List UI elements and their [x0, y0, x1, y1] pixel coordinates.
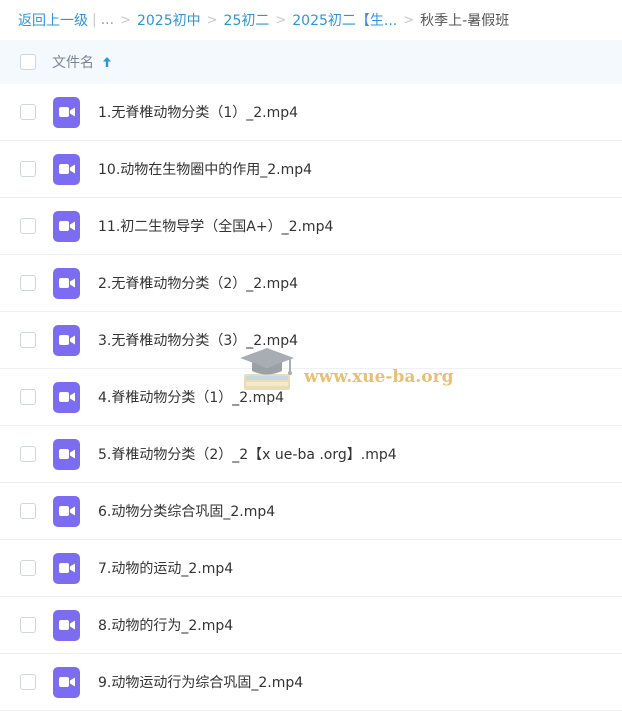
file-list: 1.无脊椎动物分类（1）_2.mp4 10.动物在生物圈中的作用_2.mp4 11.… — [0, 84, 622, 711]
breadcrumb-current: 秋季上-暑假班 — [420, 13, 510, 29]
video-file-icon — [53, 552, 80, 584]
file-checkbox[interactable] — [20, 332, 36, 348]
camera-icon — [58, 677, 75, 687]
breadcrumb-item[interactable]: 25初二 — [224, 10, 270, 30]
file-checkbox[interactable] — [20, 617, 36, 633]
file-name[interactable]: 2.无脊椎动物分类（2）_2.mp4 — [98, 273, 298, 293]
file-row[interactable]: 5.脊椎动物分类（2）_2【x ue-ba .org】.mp4 — [0, 426, 622, 483]
file-name[interactable]: 5.脊椎动物分类（2）_2【x ue-ba .org】.mp4 — [98, 444, 397, 464]
file-row[interactable]: 6.动物分类综合巩固_2.mp4 — [0, 483, 622, 540]
file-checkbox[interactable] — [20, 389, 36, 405]
file-name[interactable]: 3.无脊椎动物分类（3）_2.mp4 — [98, 330, 298, 350]
breadcrumb-separator: > — [275, 12, 287, 28]
file-row[interactable]: 3.无脊椎动物分类（3）_2.mp4 — [0, 312, 622, 369]
video-file-icon — [53, 210, 80, 242]
column-filename-label: 文件名 — [52, 55, 94, 71]
arrow-up-icon — [103, 57, 111, 67]
video-file-icon — [53, 438, 80, 470]
file-list-header: 文件名 — [0, 40, 622, 84]
file-row[interactable]: 1.无脊椎动物分类（1）_2.mp4 — [0, 84, 622, 141]
column-filename-sort[interactable]: 文件名 — [52, 52, 112, 72]
camera-icon — [58, 335, 75, 345]
video-file-icon — [53, 324, 80, 356]
camera-icon — [58, 506, 75, 516]
file-checkbox[interactable] — [20, 503, 36, 519]
file-checkbox[interactable] — [20, 218, 36, 234]
file-row[interactable]: 2.无脊椎动物分类（2）_2.mp4 — [0, 255, 622, 312]
camera-icon — [58, 392, 75, 402]
video-file-icon — [53, 153, 80, 185]
file-checkbox[interactable] — [20, 161, 36, 177]
file-checkbox[interactable] — [20, 275, 36, 291]
file-row[interactable]: 11.初二生物导学（全国A+）_2.mp4 — [0, 198, 622, 255]
video-file-icon — [53, 609, 80, 641]
select-all-checkbox[interactable] — [20, 54, 36, 70]
file-checkbox[interactable] — [20, 560, 36, 576]
file-row[interactable]: 10.动物在生物圈中的作用_2.mp4 — [0, 141, 622, 198]
file-name[interactable]: 9.动物运动行为综合巩固_2.mp4 — [98, 672, 303, 692]
file-checkbox[interactable] — [20, 104, 36, 120]
camera-icon — [58, 107, 75, 117]
breadcrumb-separator: > — [403, 12, 415, 28]
camera-icon — [58, 563, 75, 573]
video-file-icon — [53, 267, 80, 299]
file-row[interactable]: 9.动物运动行为综合巩固_2.mp4 — [0, 654, 622, 711]
camera-icon — [58, 449, 75, 459]
camera-icon — [58, 164, 75, 174]
file-name[interactable]: 11.初二生物导学（全国A+）_2.mp4 — [98, 216, 333, 236]
file-row[interactable]: 8.动物的行为_2.mp4 — [0, 597, 622, 654]
breadcrumb-item[interactable]: 2025初中 — [137, 10, 201, 30]
file-name[interactable]: 7.动物的运动_2.mp4 — [98, 558, 233, 578]
camera-icon — [58, 620, 75, 630]
breadcrumb-separator: > — [120, 12, 131, 28]
file-name[interactable]: 4.脊椎动物分类（1）_2.mp4 — [98, 387, 284, 407]
file-name[interactable]: 6.动物分类综合巩固_2.mp4 — [98, 501, 275, 521]
breadcrumb-ellipsis[interactable]: ... — [101, 12, 114, 28]
file-checkbox[interactable] — [20, 446, 36, 462]
video-file-icon — [53, 96, 80, 128]
camera-icon — [58, 278, 75, 288]
file-name[interactable]: 1.无脊椎动物分类（1）_2.mp4 — [98, 102, 298, 122]
file-name[interactable]: 10.动物在生物圈中的作用_2.mp4 — [98, 159, 312, 179]
breadcrumb: 返回上一级 | ... > 2025初中 > 25初二 > 2025初二【生..… — [0, 0, 622, 40]
back-link[interactable]: 返回上一级 — [18, 10, 88, 30]
file-row[interactable]: 7.动物的运动_2.mp4 — [0, 540, 622, 597]
video-file-icon — [53, 666, 80, 698]
file-checkbox[interactable] — [20, 674, 36, 690]
breadcrumb-item[interactable]: 2025初二【生... — [292, 10, 397, 30]
file-name[interactable]: 8.动物的行为_2.mp4 — [98, 615, 233, 635]
video-file-icon — [53, 495, 80, 527]
file-row[interactable]: 4.脊椎动物分类（1）_2.mp4 — [0, 369, 622, 426]
breadcrumb-pipe: | — [92, 12, 97, 28]
video-file-icon — [53, 381, 80, 413]
breadcrumb-separator: > — [206, 12, 218, 28]
camera-icon — [58, 221, 75, 231]
